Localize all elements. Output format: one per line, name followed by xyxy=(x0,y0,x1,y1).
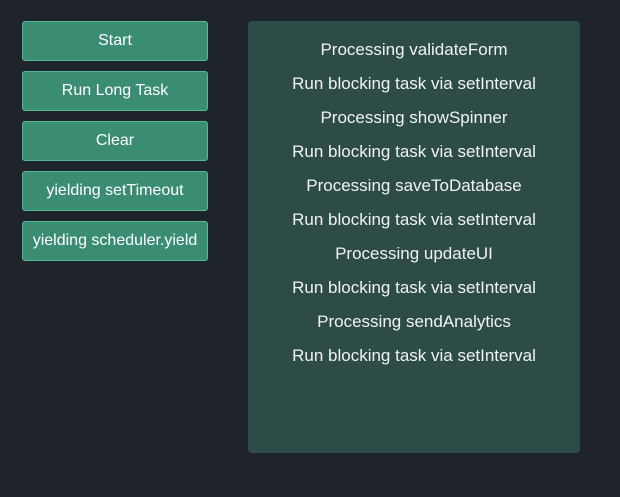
yielding-scheduler-yield-button[interactable]: yielding scheduler.yield xyxy=(22,221,208,261)
log-line: Run blocking task via setInterval xyxy=(292,74,536,93)
run-long-task-button[interactable]: Run Long Task xyxy=(22,71,208,111)
clear-button[interactable]: Clear xyxy=(22,121,208,161)
log-line: Processing updateUI xyxy=(335,244,493,263)
log-line: Run blocking task via setInterval xyxy=(292,142,536,161)
log-panel: Processing validateForm Run blocking tas… xyxy=(248,21,580,453)
start-button[interactable]: Start xyxy=(22,21,208,61)
log-line: Run blocking task via setInterval xyxy=(292,278,536,297)
log-line: Run blocking task via setInterval xyxy=(292,346,536,365)
yielding-settimeout-button[interactable]: yielding setTimeout xyxy=(22,171,208,211)
log-line: Processing sendAnalytics xyxy=(317,312,511,331)
log-line: Processing validateForm xyxy=(320,40,508,59)
log-line: Run blocking task via setInterval xyxy=(292,210,536,229)
log-line: Processing showSpinner xyxy=(320,108,508,127)
log-line: Processing saveToDatabase xyxy=(306,176,522,195)
control-buttons: Start Run Long Task Clear yielding setTi… xyxy=(22,21,208,271)
